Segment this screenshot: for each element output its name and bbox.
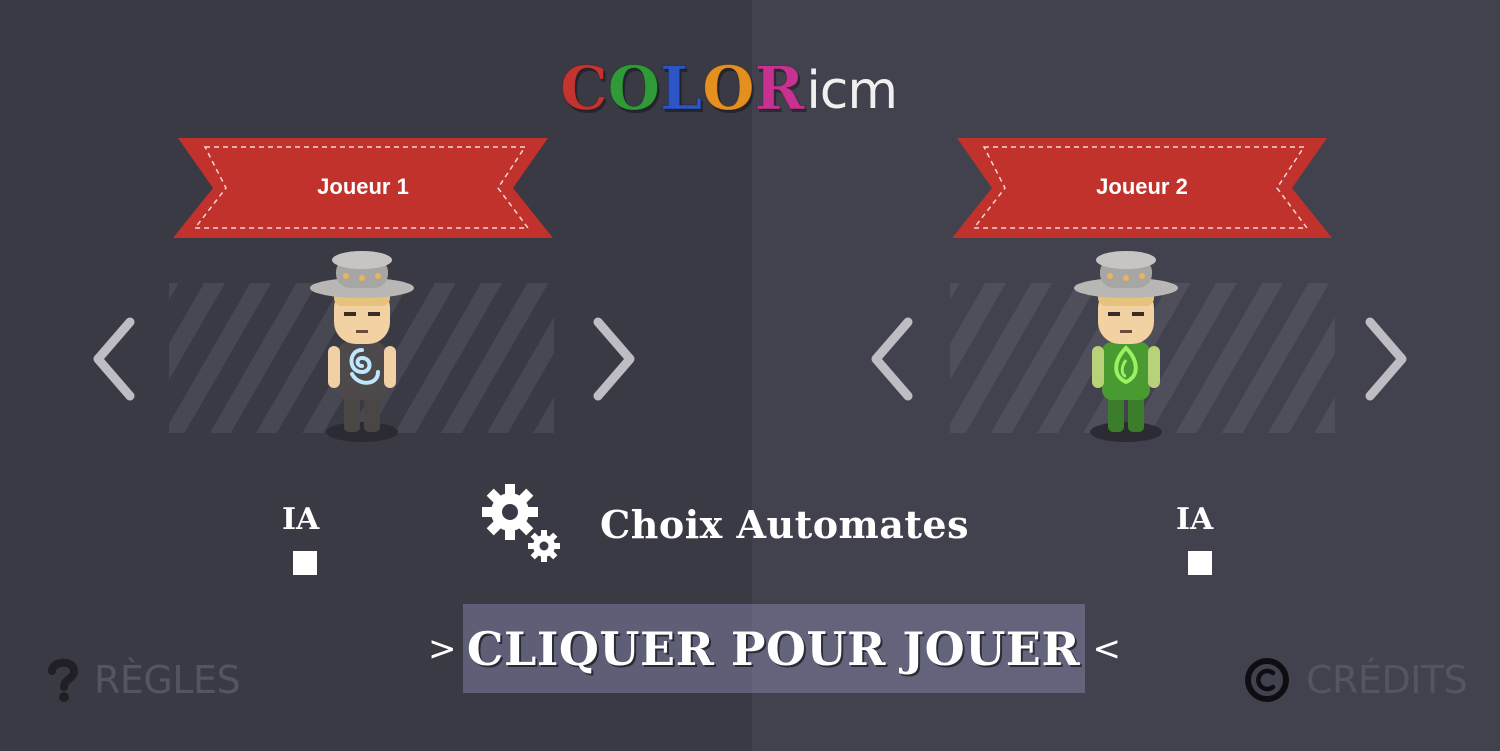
rules-label: RÈGLES [94,658,241,702]
gears-icon [482,484,560,562]
chevron-left-icon [871,317,913,401]
player-1-previous-character-button[interactable] [90,316,140,402]
copyright-icon [1245,658,1289,702]
player-2-ia-checkbox[interactable] [1188,551,1212,575]
credits-label: CRÉDITS [1306,658,1468,702]
player-1-next-character-button[interactable] [588,316,638,402]
play-button-group: > CLIQUER POUR JOUER < [428,604,1121,693]
logo-letter-l: L [660,54,703,124]
choose-automata-button[interactable]: Choix Automates [480,482,969,566]
play-right-chevron: < [1092,628,1122,669]
player-2-previous-character-button[interactable] [868,316,918,402]
player-2-character-sprite [1066,250,1186,450]
logo-letter-o: O [607,54,661,124]
player-1-ia-label: IA [282,502,320,537]
player-2-next-character-button[interactable] [1360,316,1410,402]
rules-button[interactable]: RÈGLES [48,652,241,708]
play-button[interactable]: CLIQUER POUR JOUER [462,604,1085,693]
logo-letter-o2: O [702,54,755,124]
chevron-right-icon [1365,317,1407,401]
player-1-ia-checkbox[interactable] [293,551,317,575]
player-1-character-sprite [302,250,422,450]
game-logo: C O L O R icm [560,52,899,124]
logo-suffix: icm [806,61,898,121]
logo-letter-r: R [754,54,805,124]
question-mark-icon [48,658,78,702]
choose-automata-label: Choix Automates [600,501,970,547]
player-2-name-field[interactable]: Joueur 2 [952,174,1332,200]
credits-button[interactable]: CRÉDITS [1244,652,1468,708]
player-2-name-ribbon[interactable]: Joueur 2 [952,138,1332,238]
player-1-name-ribbon[interactable]: Joueur 1 [173,138,553,238]
chevron-right-icon [593,317,635,401]
logo-letter-c: C [560,54,609,124]
play-button-label: CLIQUER POUR JOUER [466,621,1081,676]
chevron-left-icon [93,317,135,401]
player-1-name-field[interactable]: Joueur 1 [173,174,553,200]
player-2-ia-label: IA [1176,502,1214,537]
play-left-chevron: > [428,628,457,669]
